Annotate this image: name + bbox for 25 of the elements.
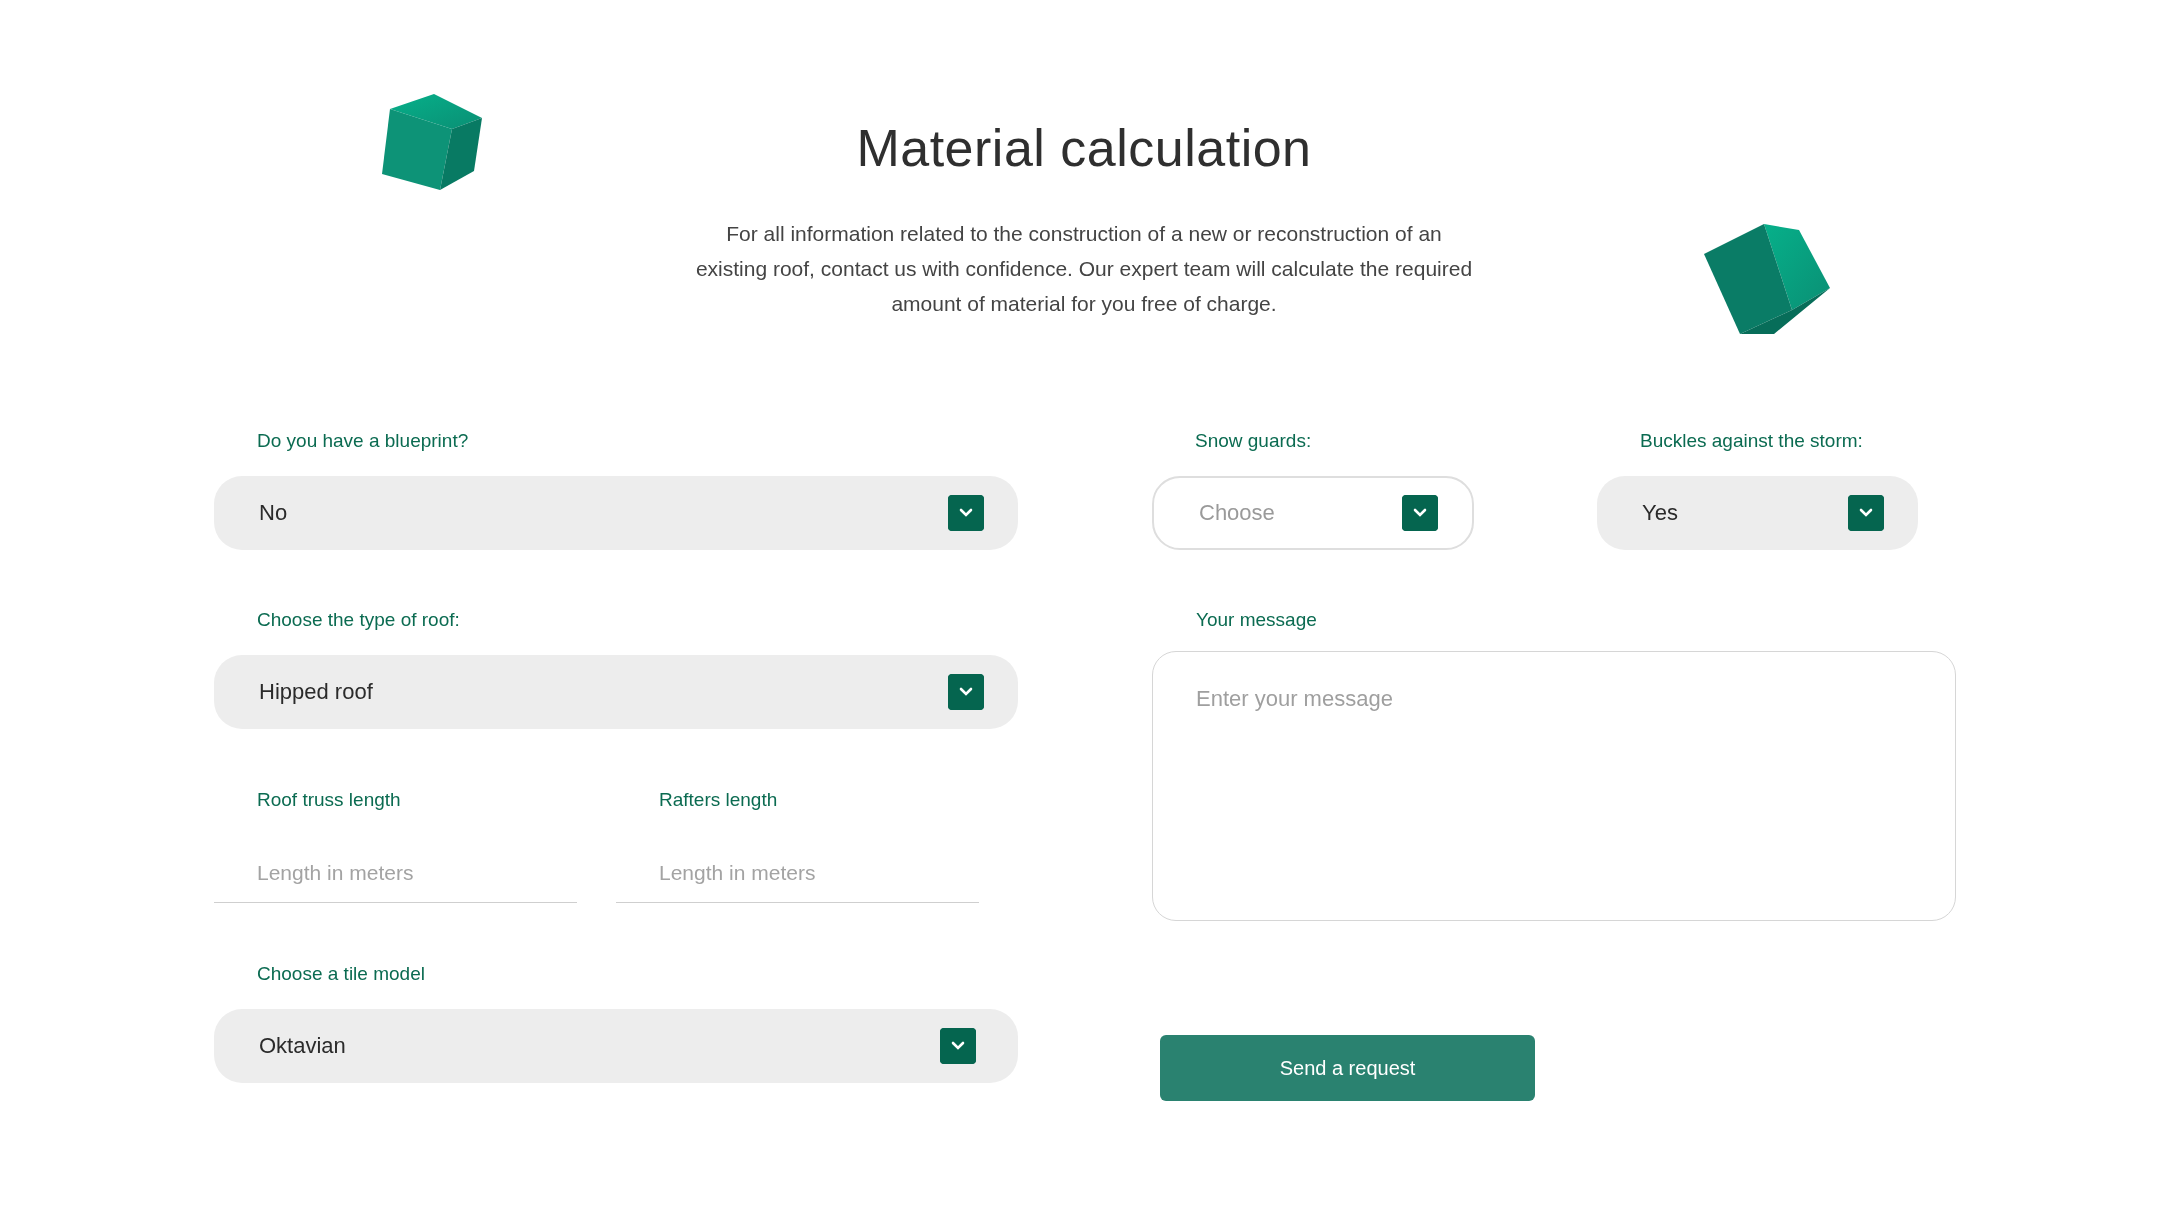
description-text: For all information related to the construction of a new or reconstruction of an existing roof, contact us with confidence. Our expert team will calculate the required amount of material for you free of charge.: [694, 221, 1474, 317]
field-label: Choose the type of roof:: [257, 609, 461, 629]
message-input-field[interactable]: Enter your message: [1152, 651, 1956, 921]
dropdown[interactable]: Oktavian: [214, 1009, 1018, 1083]
chevron-down-icon[interactable]: [1402, 495, 1438, 531]
send-request-button[interactable]: Send a request: [1160, 1035, 1535, 1101]
page-title: Material calculation: [855, 118, 1313, 178]
chevron-down-icon[interactable]: [948, 495, 984, 531]
field-label: Roof truss length: [257, 789, 402, 809]
field-label: Do you have a blueprint?: [257, 430, 470, 450]
chevron-down-icon[interactable]: [940, 1028, 976, 1064]
dropdown[interactable]: Yes: [1597, 476, 1918, 550]
field-label: Rafters length: [659, 789, 779, 809]
cube-icon: [1704, 224, 1830, 334]
dropdown[interactable]: Hipped roof: [214, 655, 1018, 729]
cube-icon: [382, 94, 482, 190]
chevron-down-icon[interactable]: [948, 674, 984, 710]
chevron-down-icon[interactable]: [1848, 495, 1884, 531]
length-input-field[interactable]: Length in meters: [214, 835, 577, 903]
field-label: Buckles against the storm:: [1640, 430, 1864, 450]
dropdown[interactable]: No: [214, 476, 1018, 550]
field-label: Snow guards:: [1195, 430, 1313, 450]
length-input-field[interactable]: Length in meters: [616, 835, 979, 903]
field-label: Your message: [1196, 609, 1318, 629]
field-label: Choose a tile model: [257, 963, 426, 983]
